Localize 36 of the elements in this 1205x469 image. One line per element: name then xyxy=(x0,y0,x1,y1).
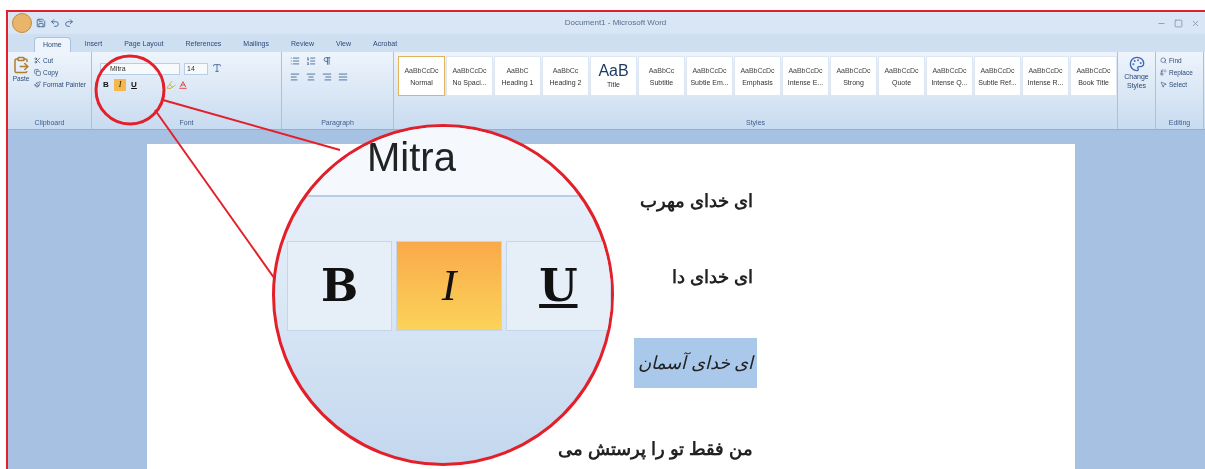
align-center-icon[interactable] xyxy=(306,72,316,82)
document-line: ای خدای مهرب xyxy=(639,190,754,214)
maximize-icon[interactable] xyxy=(1174,18,1183,28)
font-color-icon[interactable] xyxy=(178,80,188,90)
replace-icon xyxy=(1160,69,1167,77)
font-size-icon[interactable] xyxy=(212,63,222,73)
bullets-icon[interactable] xyxy=(290,56,300,66)
window-title: Document1 - Microsoft Word xyxy=(564,17,667,29)
office-logo-icon[interactable] xyxy=(12,13,32,33)
pilcrow-icon[interactable] xyxy=(322,56,332,66)
paste-icon xyxy=(12,56,30,74)
align-left-icon[interactable] xyxy=(290,72,300,82)
format-button[interactable]: U xyxy=(505,241,611,331)
justify-icon[interactable] xyxy=(338,72,348,82)
pointer-icon xyxy=(1160,80,1167,88)
align-right-icon[interactable] xyxy=(322,72,332,82)
save-icon[interactable] xyxy=(36,18,46,28)
document-line: من فقط تو را پرستش می xyxy=(557,438,754,462)
format-button[interactable]: U xyxy=(128,79,140,91)
close-icon[interactable] xyxy=(1191,18,1200,28)
copy-icon xyxy=(34,69,41,77)
font-name-text: Mitra xyxy=(367,135,456,179)
redo-icon[interactable] xyxy=(64,18,74,28)
scissors-icon xyxy=(34,57,41,65)
document-line: ای خدای دا xyxy=(671,266,754,289)
numbering-icon[interactable] xyxy=(306,56,316,66)
format-button[interactable]: I xyxy=(114,79,126,91)
format-button[interactable]: B xyxy=(287,241,393,331)
highlighter-icon[interactable] xyxy=(166,80,176,90)
undo-icon[interactable] xyxy=(50,18,60,28)
paintbrush-icon xyxy=(34,80,41,88)
palette-icon xyxy=(1128,56,1145,72)
format-button[interactable]: B xyxy=(100,79,112,91)
format-button[interactable]: I xyxy=(396,241,502,331)
search-icon xyxy=(1160,57,1167,65)
highlight-circle xyxy=(94,54,166,126)
